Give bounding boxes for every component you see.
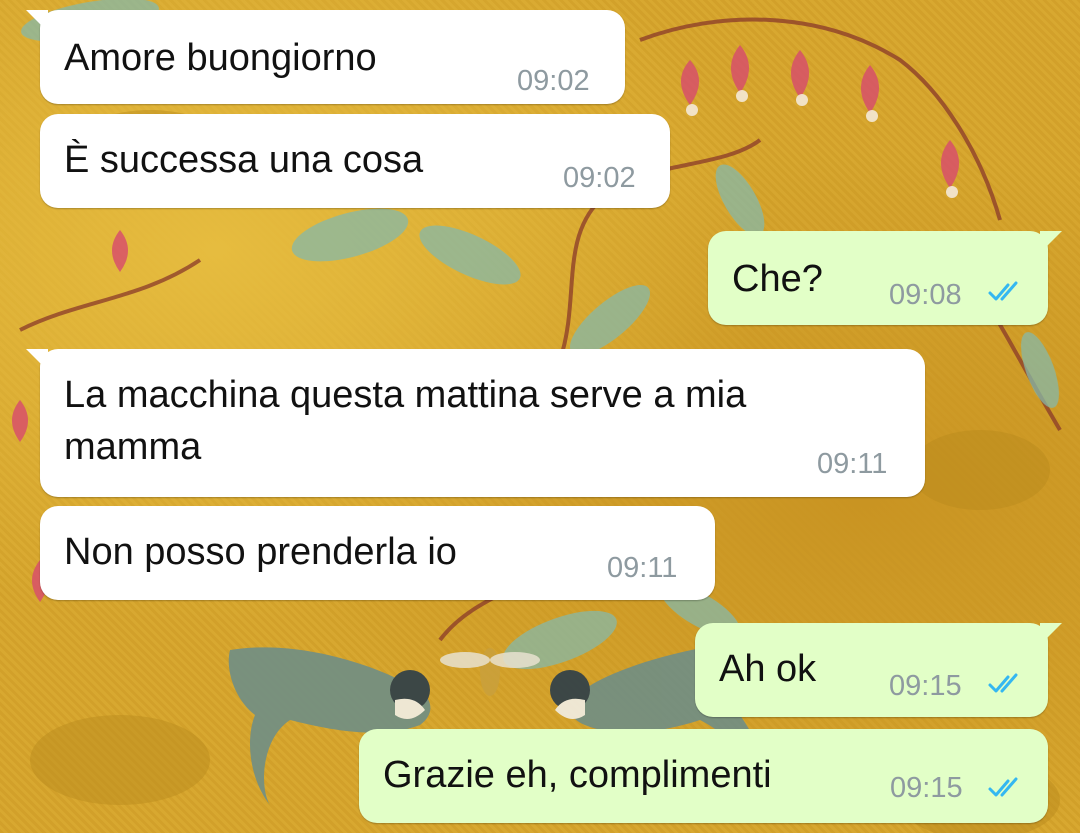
double-check-icon bbox=[988, 281, 1018, 301]
message-text: È successa una cosa bbox=[64, 139, 424, 181]
incoming-message-bubble[interactable]: Amore buongiorno 09:02 bbox=[26, 10, 625, 104]
message-timestamp: 09:15 bbox=[890, 772, 963, 804]
incoming-message-bubble[interactable]: La macchina questa mattina serve a mia m… bbox=[26, 349, 925, 497]
message-text: Non posso prenderla io bbox=[64, 531, 457, 573]
message-timestamp: 09:02 bbox=[517, 65, 590, 97]
incoming-message-bubble[interactable]: È successa una cosa 09:02 bbox=[40, 114, 670, 208]
bubble-tail bbox=[26, 349, 48, 371]
message-text: Ah ok bbox=[719, 648, 817, 690]
message-timestamp: 09:11 bbox=[817, 448, 888, 480]
outgoing-message-bubble[interactable]: Grazie eh, complimenti 09:15 bbox=[359, 729, 1048, 823]
message-timestamp: 09:15 bbox=[889, 670, 962, 702]
bubble-tail bbox=[26, 10, 48, 32]
message-text: Amore buongiorno bbox=[64, 37, 377, 79]
message-timestamp: 09:11 bbox=[607, 552, 678, 584]
message-text: Grazie eh, complimenti bbox=[383, 754, 772, 796]
outgoing-message-bubble[interactable]: Ah ok 09:15 bbox=[695, 623, 1062, 717]
message-timestamp: 09:08 bbox=[889, 279, 962, 311]
bubble-tail bbox=[1040, 623, 1062, 645]
double-check-icon bbox=[988, 777, 1018, 797]
outgoing-message-bubble[interactable]: Che? 09:08 bbox=[708, 231, 1062, 325]
message-text: Che? bbox=[732, 258, 823, 300]
message-timestamp: 09:02 bbox=[563, 162, 636, 194]
incoming-message-bubble[interactable]: Non posso prenderla io 09:11 bbox=[40, 506, 715, 600]
double-check-icon bbox=[988, 673, 1018, 693]
bubble-tail bbox=[1040, 231, 1062, 253]
message-text: La macchina questa mattina serve a mia m… bbox=[64, 374, 757, 468]
